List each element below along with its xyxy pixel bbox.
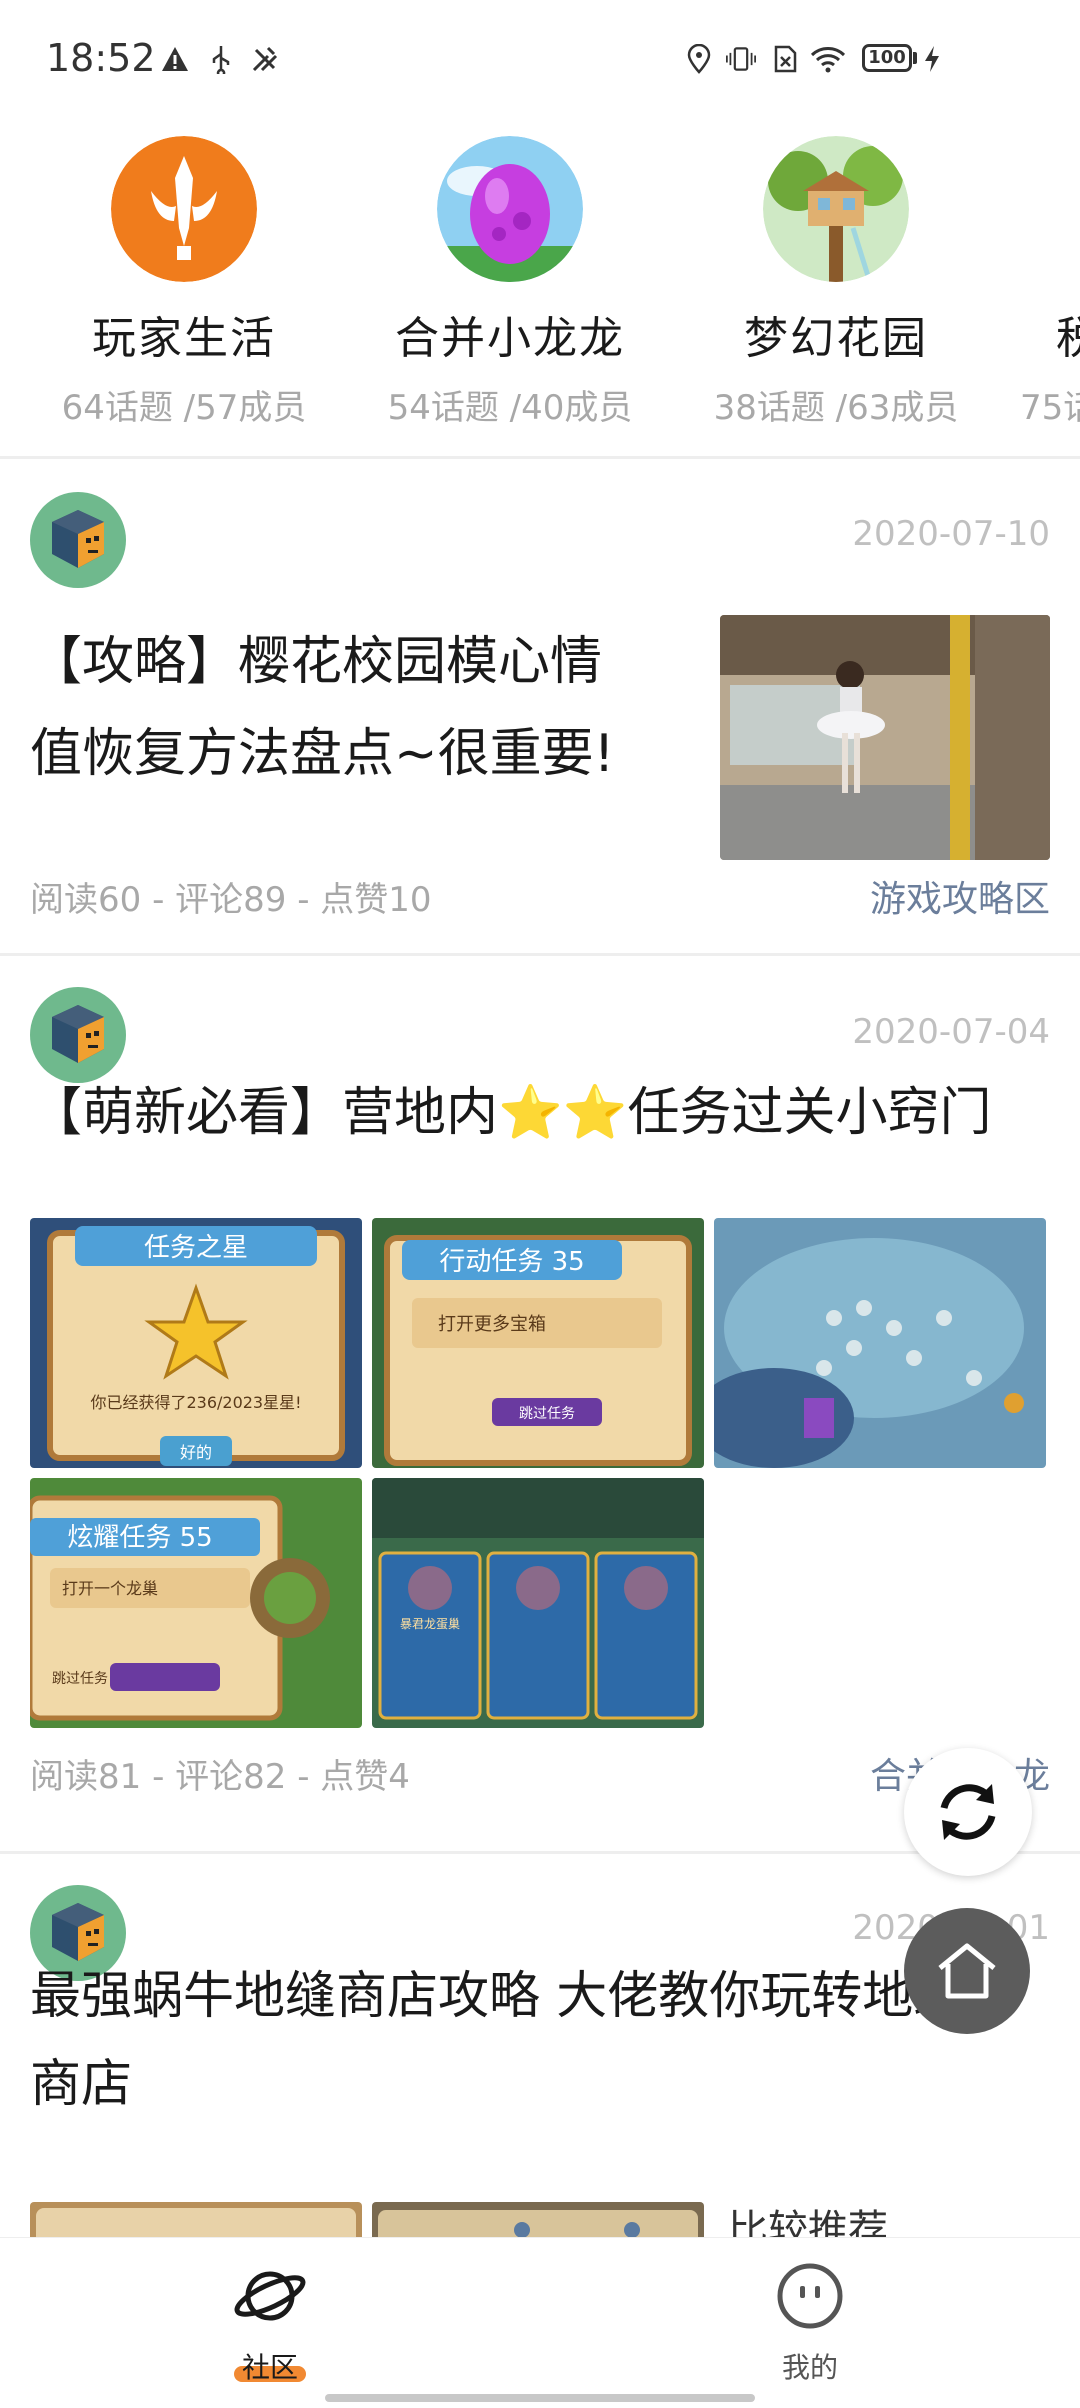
nav-label-text: 社区 xyxy=(241,2351,298,2384)
image-button: 跳过任务 xyxy=(519,1406,575,1422)
group-name: 梦幻花园 xyxy=(744,313,928,364)
post-thumbnail[interactable] xyxy=(720,615,1050,860)
group-name: 合并小龙龙 xyxy=(395,313,625,364)
post-title-line: 【攻略】樱花校园模心情 xyxy=(30,632,603,692)
post-image[interactable] xyxy=(372,2202,704,2238)
post-category-tag[interactable]: 游戏攻略区 xyxy=(870,870,1050,922)
post-title-line: 商店 xyxy=(30,2055,133,2114)
treehouse-icon xyxy=(763,136,909,282)
cube-avatar-icon xyxy=(52,510,104,568)
divider xyxy=(0,456,1080,459)
post-image[interactable]: 炫耀任务 55 打开一个龙巢 跳过任务 xyxy=(30,1478,362,1728)
nav-label-mine: 我的 xyxy=(781,2351,838,2384)
group-item-dream-garden[interactable]: 梦幻花园 38话题 /63成员 xyxy=(686,130,986,429)
planet-icon xyxy=(234,2271,306,2321)
post-image[interactable]: 任务之星 你已经获得了236/2023星星! 好的 xyxy=(30,1218,362,1468)
post-date: 2020-07-10 xyxy=(852,514,1050,554)
image-heading: 任务之星 xyxy=(144,1233,248,1263)
nav-label-community: 社区 xyxy=(170,2346,370,2386)
group-item-merge-dragons[interactable]: 合并小龙龙 54话题 /40成员 xyxy=(360,130,660,429)
wifi-icon xyxy=(810,47,846,73)
smiley-icon xyxy=(777,2263,843,2329)
group-stats: 64话题 /57成员 xyxy=(61,388,307,428)
group-name: 玩家生活 xyxy=(92,313,276,364)
location-icon xyxy=(687,44,711,74)
post-card[interactable]: 2020-07-04 【萌新必看】营地内⭐⭐任务过关小窍门 任务之星 你已经获得… xyxy=(0,957,1080,1847)
image-button: 好的 xyxy=(180,1443,212,1462)
charging-icon xyxy=(925,46,939,72)
home-indicator xyxy=(325,2394,755,2402)
post-image[interactable] xyxy=(30,2202,362,2238)
image-heading: 行动任务 35 xyxy=(439,1247,584,1277)
group-stats: 75话 xyxy=(1020,388,1080,428)
tools-icon xyxy=(252,46,278,72)
group-item-partial[interactable]: 税 75话 xyxy=(1012,130,1080,429)
battery-tip xyxy=(913,52,917,64)
image-button: 跳过任务 xyxy=(52,1671,108,1687)
home-icon xyxy=(938,1943,996,1999)
refresh-icon xyxy=(940,1784,996,1840)
post-title-line: 值恢复方法盘点~很重要! xyxy=(30,724,615,784)
sword-logo-icon xyxy=(111,136,257,282)
vibrate-icon xyxy=(726,47,756,71)
divider xyxy=(0,953,1080,956)
image-caption: 比较推荐 xyxy=(728,2207,888,2238)
nav-item-mine[interactable]: 我的 xyxy=(710,2238,910,2386)
post-image[interactable]: 行动任务 35 打开更多宝箱 跳过任务 xyxy=(372,1218,704,1468)
image-heading: 炫耀任务 55 xyxy=(67,1523,212,1553)
post-title[interactable]: 【攻略】樱花校园模心情 值恢复方法盘点~很重要! xyxy=(30,616,670,800)
image-text: 打开一个龙巢 xyxy=(62,1579,158,1598)
status-bar: 18:52 100 xyxy=(0,0,1080,120)
group-stats: 54话题 /40成员 xyxy=(387,388,633,428)
image-text: 暴君龙蛋巢 xyxy=(400,1617,460,1631)
group-item-player-life[interactable]: 玩家生活 64话题 /57成员 xyxy=(34,130,334,429)
bottom-nav: 社区 我的 xyxy=(0,2238,1080,2408)
warning-icon xyxy=(162,47,188,71)
avatar[interactable] xyxy=(30,492,126,588)
group-name: 税 xyxy=(1056,302,1080,366)
usb-icon xyxy=(212,46,230,74)
post-stats: 阅读81 - 评论82 - 点赞4 xyxy=(30,1757,410,1797)
post-card[interactable]: 2020-07-10 【攻略】樱花校园模心情 值恢复方法盘点~很重要! 阅读60… xyxy=(0,460,1080,950)
refresh-button[interactable] xyxy=(904,1748,1032,1876)
group-carousel[interactable]: 玩家生活 64话题 /57成员 合并小龙龙 54话题 /40成员 梦幻花园 38… xyxy=(0,130,1080,430)
image-text: 打开更多宝箱 xyxy=(438,1314,546,1335)
post-image[interactable]: 暴君龙蛋巢 xyxy=(372,1478,704,1728)
group-stats: 38话题 /63成员 xyxy=(713,388,959,428)
post-title[interactable]: 【萌新必看】营地内⭐⭐任务过关小窍门 xyxy=(30,1067,1070,1159)
post-image[interactable] xyxy=(714,1218,1046,1468)
home-button[interactable] xyxy=(904,1908,1030,2034)
status-time: 18:52 xyxy=(46,36,156,80)
no-sim-icon xyxy=(774,45,797,73)
post-date: 2020-07-04 xyxy=(852,1012,1050,1052)
image-text: 你已经获得了236/2023星星! xyxy=(90,1393,301,1412)
nav-item-community[interactable]: 社区 xyxy=(170,2238,370,2386)
post-stats: 阅读60 - 评论89 - 点赞10 xyxy=(30,880,432,920)
battery-icon: 100 xyxy=(862,44,912,72)
dragon-egg-icon xyxy=(437,136,583,282)
